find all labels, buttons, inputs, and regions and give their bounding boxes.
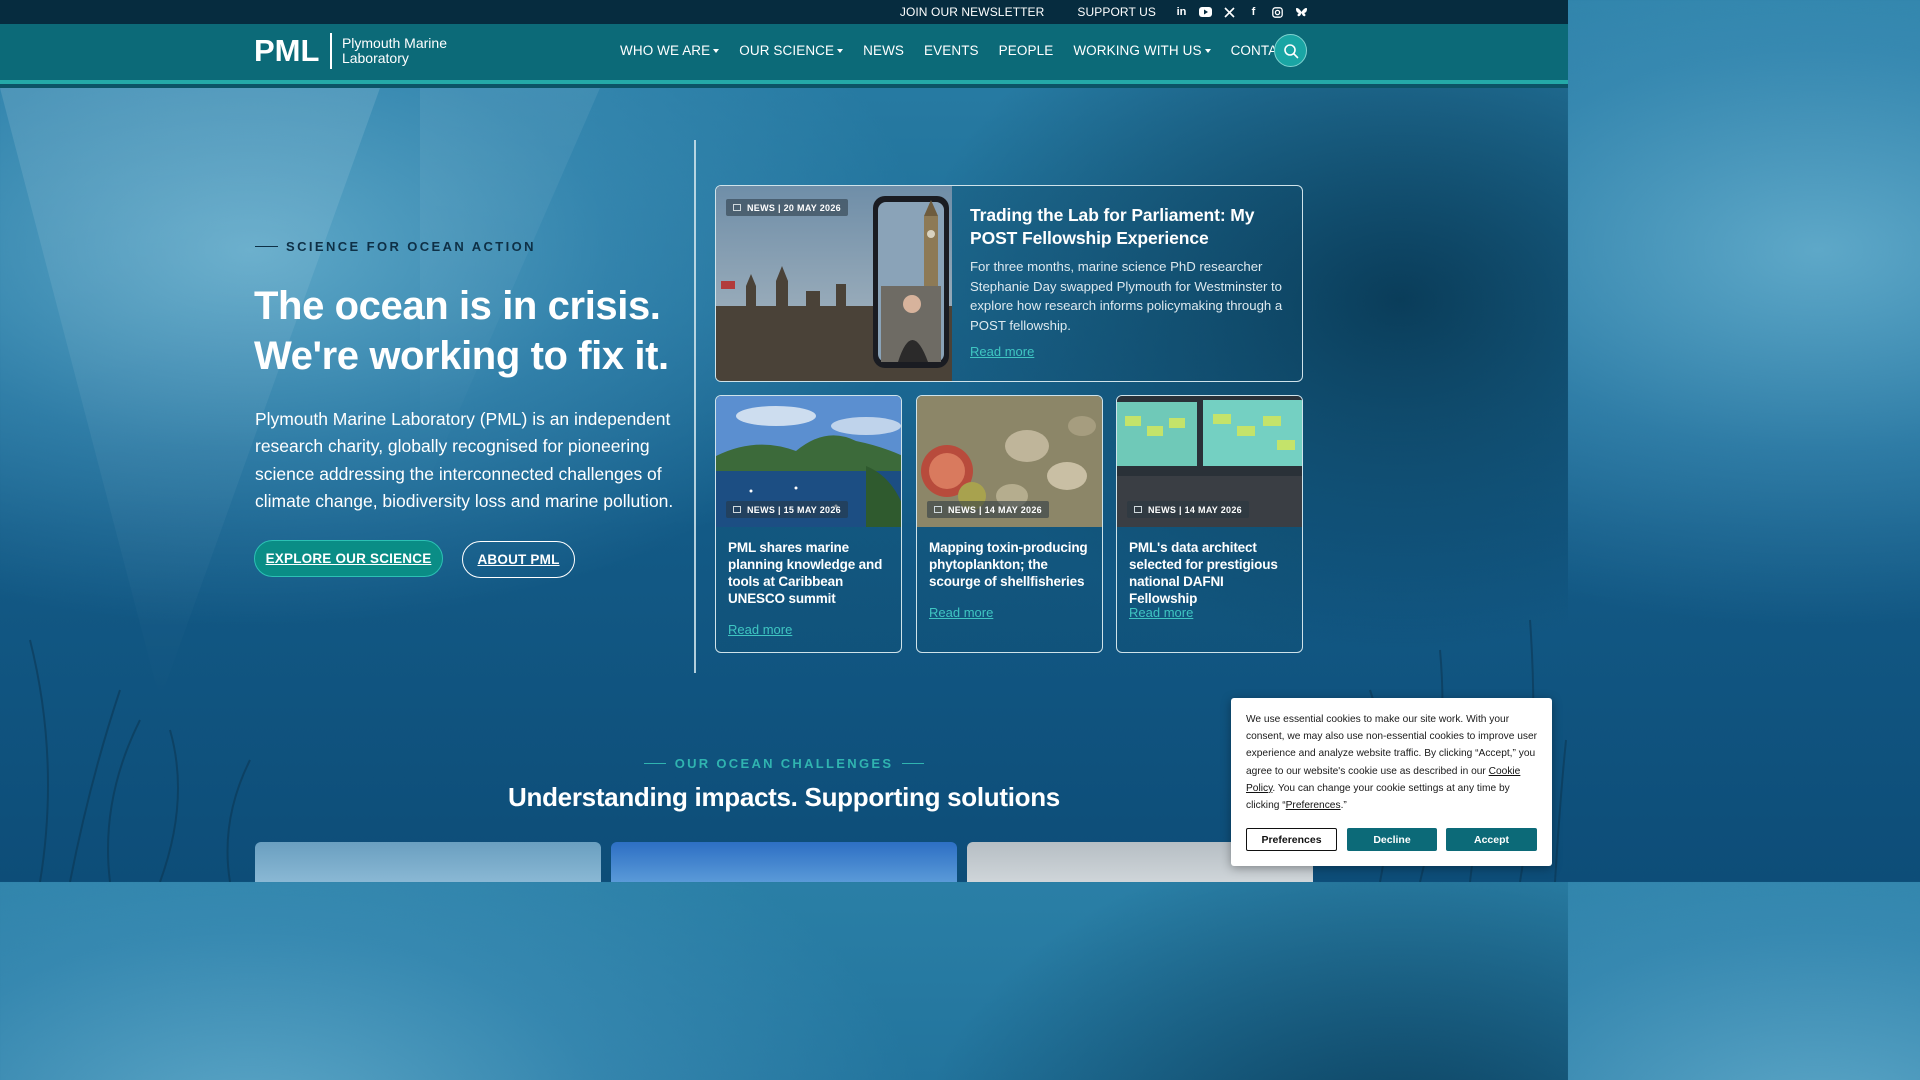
- news-icon: [1134, 506, 1142, 513]
- news-card[interactable]: NEWS | 14 MAY 2026 PML's data architect …: [1116, 395, 1303, 653]
- nav-label: WORKING WITH US: [1073, 42, 1202, 58]
- cookie-consent-dialog: We use essential cookies to make our sit…: [1231, 698, 1552, 866]
- news-tag: NEWS | 15 MAY 2026: [726, 501, 848, 518]
- news-icon: [733, 506, 741, 513]
- nav-events[interactable]: EVENTS: [924, 43, 979, 58]
- instagram-icon[interactable]: [1271, 6, 1284, 19]
- header-stripe: [0, 80, 1568, 88]
- news-read-more-link[interactable]: Read more: [929, 605, 993, 620]
- about-pml-button[interactable]: ABOUT PML: [462, 541, 575, 578]
- primary-nav: WHO WE ARE OUR SCIENCE NEWS EVENTS PEOPL…: [620, 24, 1316, 76]
- logo-text: Plymouth Marine Laboratory: [342, 36, 462, 66]
- nav-working-with-us[interactable]: WORKING WITH US: [1073, 42, 1211, 58]
- logo-divider: [330, 33, 332, 69]
- news-card[interactable]: NEWS | 14 MAY 2026 Mapping toxin-produci…: [916, 395, 1103, 653]
- nav-news[interactable]: NEWS: [863, 43, 904, 58]
- featured-news-image: NEWS | 20 MAY 2026: [716, 186, 952, 381]
- news-tag-text: NEWS | 14 MAY 2026: [948, 504, 1042, 515]
- news-tag: NEWS | 14 MAY 2026: [927, 501, 1049, 518]
- news-card-image: NEWS | 14 MAY 2026: [1117, 396, 1302, 527]
- news-card-title[interactable]: Mapping toxin-producing phytoplankton; t…: [929, 539, 1091, 590]
- cookie-preferences-button[interactable]: Preferences: [1246, 828, 1337, 851]
- logo-mark: PML: [254, 33, 320, 68]
- featured-news-text: For three months, marine science PhD res…: [970, 259, 1283, 334]
- cookie-text-part: .”: [1340, 800, 1347, 812]
- explore-science-button[interactable]: EXPLORE OUR SCIENCE: [254, 540, 443, 577]
- news-icon: [733, 204, 741, 211]
- bluesky-icon[interactable]: [1295, 6, 1308, 19]
- news-icon: [934, 506, 942, 513]
- pml-logo[interactable]: PML Plymouth Marine Laboratory: [254, 33, 462, 69]
- hero-title-line-1: The ocean is in crisis.: [254, 284, 661, 328]
- nav-who-we-are[interactable]: WHO WE ARE: [620, 42, 720, 58]
- hero-eyebrow-text: SCIENCE FOR OCEAN ACTION: [286, 239, 536, 254]
- news-card-image: NEWS | 14 MAY 2026: [917, 396, 1102, 527]
- featured-read-more-link[interactable]: Read more: [970, 344, 1034, 359]
- linkedin-icon[interactable]: in: [1175, 6, 1188, 19]
- news-card-title[interactable]: PML shares marine planning knowledge and…: [728, 539, 890, 607]
- cookie-text: We use essential cookies to make our sit…: [1246, 711, 1538, 814]
- cookie-preferences-link[interactable]: Preferences: [1286, 800, 1341, 811]
- featured-news-body: Trading the Lab for Parliament: My POST …: [970, 204, 1285, 361]
- featured-news-card[interactable]: NEWS | 20 MAY 2026 Trading the Lab for P…: [715, 185, 1303, 382]
- facebook-icon[interactable]: f: [1247, 6, 1260, 19]
- nav-label: OUR SCIENCE: [739, 42, 835, 58]
- news-read-more-link[interactable]: Read more: [1129, 605, 1193, 620]
- logo-line-1: Plymouth Marine: [341, 35, 447, 51]
- featured-tag: NEWS | 20 MAY 2026: [726, 199, 848, 216]
- nav-label: WHO WE ARE: [620, 42, 711, 58]
- hero-title: The ocean is in crisis. We're working to…: [254, 281, 694, 381]
- challenge-tile[interactable]: [611, 842, 957, 882]
- chevron-down-icon: [713, 48, 720, 53]
- search-icon: [1283, 43, 1298, 58]
- featured-news-title[interactable]: Trading the Lab for Parliament: My POST …: [970, 204, 1285, 250]
- chevron-down-icon: [1204, 48, 1211, 53]
- eyebrow-line: [643, 762, 666, 765]
- news-tag: NEWS | 14 MAY 2026: [1127, 501, 1249, 518]
- news-tag-text: NEWS | 14 MAY 2026: [1148, 504, 1242, 515]
- youtube-icon[interactable]: [1199, 6, 1212, 19]
- hero-eyebrow: SCIENCE FOR OCEAN ACTION: [255, 239, 536, 254]
- featured-tag-text: NEWS | 20 MAY 2026: [747, 202, 841, 213]
- challenges-eyebrow-text: OUR OCEAN CHALLENGES: [674, 756, 894, 771]
- x-icon[interactable]: [1223, 6, 1236, 19]
- news-tag-text: NEWS | 15 MAY 2026: [747, 504, 841, 515]
- hero-title-line-2: We're working to fix it.: [254, 334, 669, 378]
- news-read-more-link[interactable]: Read more: [728, 622, 792, 637]
- eyebrow-line: [902, 762, 925, 765]
- nav-our-science[interactable]: OUR SCIENCE: [739, 42, 844, 58]
- news-card[interactable]: NEWS | 15 MAY 2026 PML shares marine pla…: [715, 395, 902, 653]
- eyebrow-dash: [255, 245, 278, 248]
- hero-divider: [694, 140, 696, 673]
- cookie-decline-button[interactable]: Decline: [1347, 828, 1437, 851]
- social-links: in f: [1175, 6, 1308, 19]
- hero-description: Plymouth Marine Laboratory (PML) is an i…: [255, 409, 674, 511]
- cookie-accept-button[interactable]: Accept: [1446, 828, 1537, 851]
- chevron-down-icon: [837, 48, 844, 53]
- search-button[interactable]: [1274, 34, 1307, 67]
- utility-bar: JOIN OUR NEWSLETTER SUPPORT US in f: [0, 0, 1568, 24]
- news-card-image: NEWS | 15 MAY 2026: [716, 396, 901, 527]
- challenge-tile[interactable]: [255, 842, 601, 882]
- newsletter-link[interactable]: JOIN OUR NEWSLETTER: [900, 5, 1045, 19]
- news-card-title[interactable]: PML's data architect selected for presti…: [1129, 539, 1291, 607]
- logo-line-2: Laboratory: [341, 50, 409, 66]
- support-link[interactable]: SUPPORT US: [1077, 5, 1156, 19]
- nav-people[interactable]: PEOPLE: [999, 43, 1054, 58]
